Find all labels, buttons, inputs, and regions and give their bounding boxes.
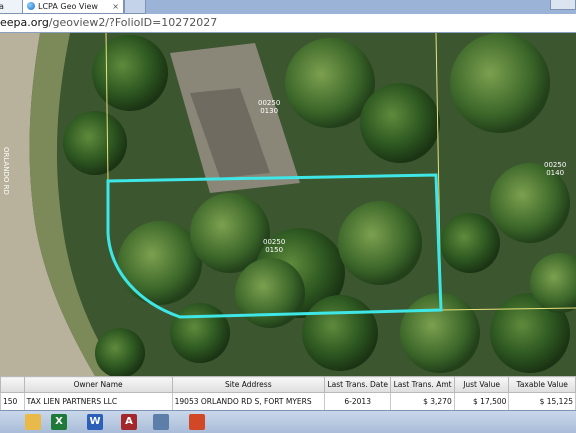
browser-tab-strip: a LCPA Geo View × (0, 0, 576, 14)
parcel-label-sub: 0140 (546, 169, 565, 177)
parcel-label-number: 00250 (263, 238, 286, 246)
taskbar-powerpoint-button[interactable] (186, 413, 208, 431)
globe-icon (27, 2, 35, 10)
column-header[interactable]: Just Value (453, 376, 510, 393)
column-header[interactable]: Site Address (171, 376, 325, 393)
address-bar[interactable]: eepa.org/geoview2/?FolioID=10272027 (0, 14, 576, 33)
table-cell: 150 (0, 392, 25, 411)
taskbar: X W A (0, 410, 576, 433)
table-cell: 6-2013 (323, 392, 392, 411)
tab-previous[interactable]: a (0, 0, 24, 14)
taskbar-calculator-button[interactable] (150, 413, 172, 431)
parcel-label: 00250 0140 (544, 161, 566, 177)
excel-icon: X (51, 414, 67, 430)
tab-label: a (0, 2, 4, 11)
taskbar-word-button[interactable]: W (84, 413, 106, 431)
aerial-map[interactable]: 00250 0130 00250 0140 00250 0150 ORLANDO… (0, 33, 576, 376)
column-header[interactable]: Owner Name (23, 376, 173, 393)
tab-label: LCPA Geo View (38, 2, 98, 11)
table-header-row: Owner Name Site Address Last Trans. Date… (0, 376, 576, 393)
table-cell: $ 15,125 (508, 392, 576, 411)
column-header[interactable] (0, 376, 25, 393)
parcel-label-number: 00250 (544, 161, 567, 169)
word-icon: W (87, 414, 103, 430)
parcel-label-number: 00250 (258, 99, 281, 107)
access-icon: A (121, 414, 137, 430)
table-cell: 19053 ORLANDO RD S, FORT MYERS (171, 392, 325, 411)
taskbar-access-button[interactable]: A (118, 413, 140, 431)
parcel-label-sub: 0130 (260, 107, 279, 115)
url-path: /geoview2/?FolioID=10272027 (48, 16, 218, 29)
results-table: Owner Name Site Address Last Trans. Date… (0, 376, 576, 411)
close-tab-icon[interactable]: × (112, 0, 119, 13)
parcel-label: 00250 0150 (263, 238, 285, 254)
powerpoint-icon (189, 414, 205, 430)
parcel-label-sub: 0150 (265, 246, 284, 254)
taskbar-excel-button[interactable]: X (48, 413, 70, 431)
table-row[interactable]: 150 TAX LIEN PARTNERS LLC 19053 ORLANDO … (0, 392, 576, 411)
new-tab-button[interactable] (124, 0, 146, 14)
taskbar-folder-button[interactable] (22, 413, 44, 431)
table-cell: TAX LIEN PARTNERS LLC (23, 392, 173, 411)
folder-icon (25, 414, 41, 430)
table-cell: $ 3,270 (390, 392, 455, 411)
road-label: ORLANDO RD (2, 147, 10, 195)
url-host: eepa.org (0, 16, 49, 29)
calculator-icon (153, 414, 169, 430)
column-header[interactable]: Taxable Value (508, 376, 576, 393)
column-header[interactable]: Last Trans. Date (323, 376, 392, 393)
column-header[interactable]: Last Trans. Amt (390, 376, 455, 393)
parcel-label: 00250 0130 (258, 99, 280, 115)
table-cell: $ 17,500 (453, 392, 510, 411)
tab-lcpa-geo-view[interactable]: LCPA Geo View × (22, 0, 124, 14)
window-control[interactable] (550, 0, 576, 10)
